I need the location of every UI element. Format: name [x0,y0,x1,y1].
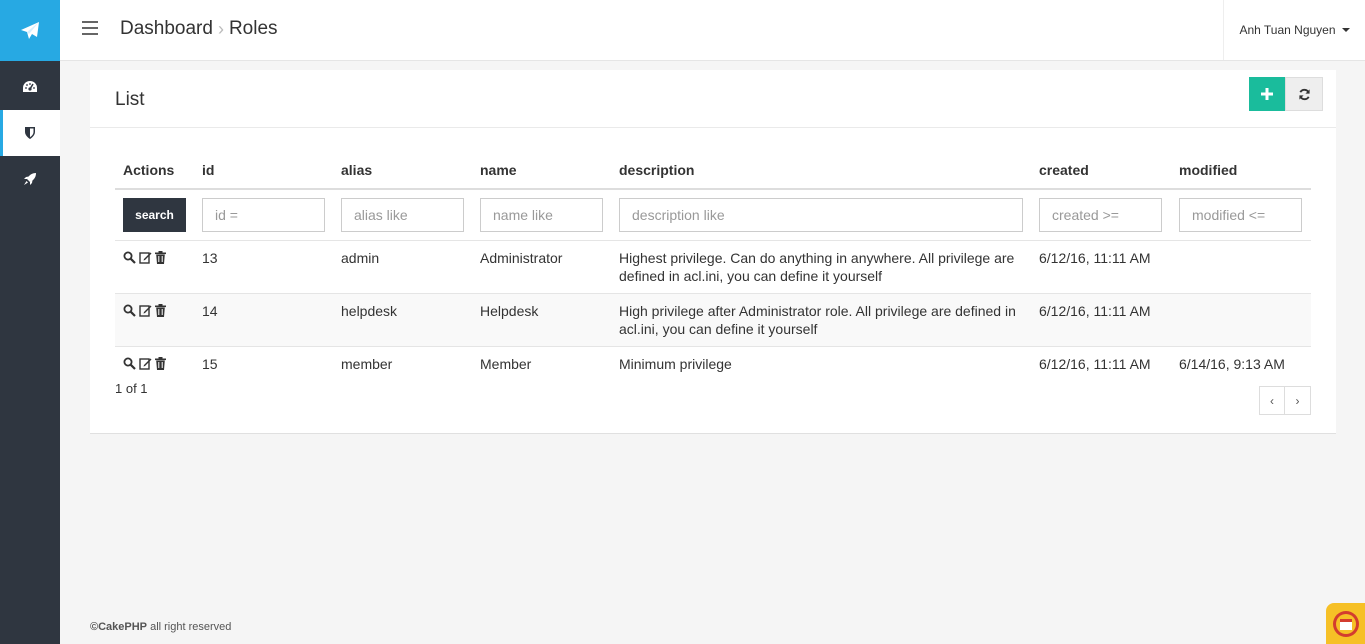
delete-icon[interactable] [155,251,166,264]
sidebar [0,0,60,644]
filter-alias-input[interactable] [341,198,464,232]
sidebar-item-deploy[interactable] [0,156,60,202]
next-page-button[interactable]: › [1285,386,1311,415]
sidebar-item-roles[interactable] [0,110,60,156]
cell-description: Minimum privilege [611,346,1031,381]
cell-created: 6/12/16, 11:11 AM [1031,293,1171,347]
pagination: ‹ › [1259,386,1311,415]
debug-kit-toolbar-button[interactable] [1326,603,1365,644]
cell-alias: helpdesk [333,293,472,347]
column-header-id[interactable]: id [194,150,333,190]
filter-name-input[interactable] [480,198,603,232]
caret-down-icon [1341,28,1350,32]
filter-modified-input[interactable] [1179,198,1302,232]
cake-icon [1332,610,1359,637]
column-header-created[interactable]: created [1031,150,1171,190]
breadcrumb-dashboard[interactable]: Dashboard [120,18,213,40]
filter-description-input[interactable] [619,198,1023,232]
filter-id-input[interactable] [202,198,325,232]
edit-icon[interactable] [139,304,152,317]
view-icon[interactable] [123,304,136,317]
user-menu[interactable]: Anh Tuan Nguyen [1223,0,1365,60]
table-row: 15 member Member Minimum privilege 6/12/… [115,346,1311,381]
search-button[interactable]: search [123,198,186,232]
filter-created-input[interactable] [1039,198,1162,232]
table-row: 14 helpdesk Helpdesk High privilege afte… [115,293,1311,347]
breadcrumb-roles: Roles [228,18,278,39]
prev-page-button[interactable]: ‹ [1259,386,1285,415]
sidebar-item-dashboard[interactable] [0,64,60,110]
row-actions [123,302,186,317]
delete-icon[interactable] [155,357,166,370]
cell-modified [1171,293,1311,347]
footer-brand: ©CakePHP [90,621,148,633]
panel-header: List [90,70,1336,128]
view-icon[interactable] [123,251,136,264]
refresh-icon [1298,88,1310,100]
delete-icon[interactable] [155,304,166,317]
row-actions [123,249,186,264]
roles-panel: List Actions id alias name description c… [90,70,1336,434]
table-row: 13 admin Administrator Highest privilege… [115,240,1311,294]
breadcrumb: Dashboard › Roles [120,18,278,40]
shield-icon [25,127,35,139]
cell-created: 6/12/16, 11:11 AM [1031,240,1171,294]
brand-logo[interactable] [0,0,60,61]
footer: ©CakePHP all right reserved [90,621,231,633]
roles-table: Actions id alias name description create… [115,150,1311,381]
user-name: Anh Tuan Nguyen [1239,23,1336,37]
cell-description: Highest privilege. Can do anything in an… [611,240,1031,294]
menu-toggle-icon[interactable] [82,21,98,35]
cell-id: 15 [194,346,333,381]
refresh-button[interactable] [1285,77,1323,111]
top-header: Dashboard › Roles Anh Tuan Nguyen [60,0,1365,61]
column-header-name[interactable]: name [472,150,611,190]
cell-alias: member [333,346,472,381]
column-header-modified[interactable]: modified [1171,150,1311,190]
cell-name: Member [472,346,611,381]
add-button[interactable] [1249,77,1285,111]
column-header-alias[interactable]: alias [333,150,472,190]
cell-id: 14 [194,293,333,347]
cell-modified: 6/14/16, 9:13 AM [1171,346,1311,381]
filter-row: search [115,189,1311,241]
rocket-icon [24,173,36,185]
row-actions [123,355,186,370]
plus-icon [1261,88,1273,100]
edit-icon[interactable] [139,357,152,370]
panel-title: List [115,89,145,110]
cell-created: 6/12/16, 11:11 AM [1031,346,1171,381]
cell-description: High privilege after Administrator role.… [611,293,1031,347]
cell-alias: admin [333,240,472,294]
cell-modified [1171,240,1311,294]
table-header-row: Actions id alias name description create… [115,150,1311,190]
pagination-info: 1 of 1 [115,381,148,396]
breadcrumb-separator-icon: › [217,18,224,39]
footer-text: all right reserved [147,621,232,633]
edit-icon[interactable] [139,251,152,264]
cell-name: Helpdesk [472,293,611,347]
column-header-description[interactable]: description [611,150,1031,190]
paper-plane-icon [21,21,39,39]
cell-id: 13 [194,240,333,294]
tachometer-icon [23,81,37,92]
cell-name: Administrator [472,240,611,294]
column-header-actions: Actions [115,150,194,190]
view-icon[interactable] [123,357,136,370]
